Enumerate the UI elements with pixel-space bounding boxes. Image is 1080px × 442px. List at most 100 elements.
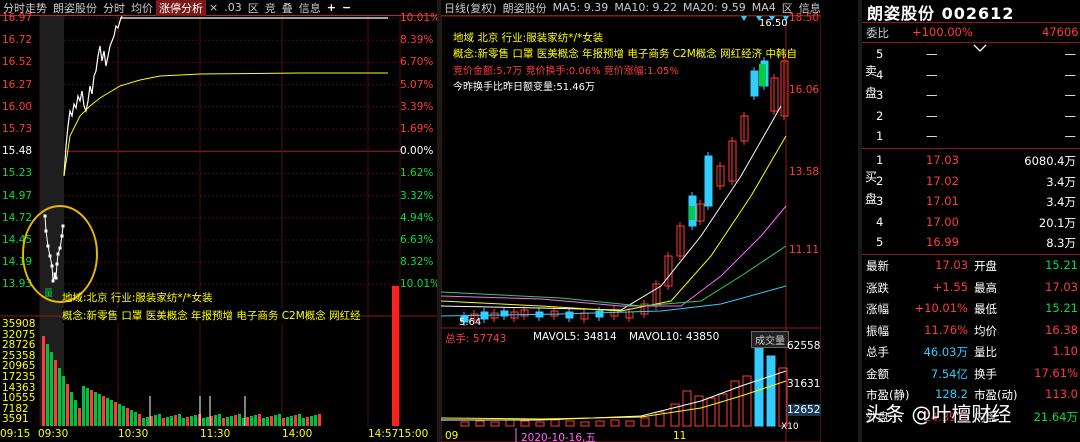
kline-volume-bar [565, 420, 575, 427]
close-icon[interactable]: × [206, 1, 221, 14]
volume-bar [114, 402, 117, 426]
tab-info[interactable]: 信息 [296, 0, 324, 16]
buy-level-row[interactable]: 3 17.01 3.4万 [862, 191, 1080, 211]
kline-volume-bar [550, 419, 560, 427]
tab-limit-up-analysis[interactable]: 涨停分析 [156, 0, 206, 16]
volume-indicator-button[interactable]: 成交量 [751, 331, 789, 348]
tab-auction[interactable]: 竞 [262, 0, 279, 16]
volume-bar [190, 416, 193, 426]
tab-stock-name[interactable]: 朗姿股份 [50, 0, 100, 16]
tab-range[interactable]: 区 [245, 0, 262, 16]
sell-level-row[interactable]: 4— — [862, 65, 1080, 85]
stat-row: 涨幅 +10.01% 最低 15.21 [866, 301, 1078, 316]
volume-bar [158, 414, 161, 426]
volume-bar [78, 408, 81, 426]
buy-level-row[interactable]: 4 17.00 20.1万 [862, 212, 1080, 232]
tab-daily-adjusted[interactable]: 日线(复权) [441, 0, 500, 16]
stat-row: 金额 7.54亿 换手 17.61% [866, 365, 1078, 381]
tab-fenshi[interactable]: 分时 [100, 0, 128, 16]
tab-overlay[interactable]: 叠 [279, 0, 296, 16]
tab-num: .03 [224, 1, 242, 14]
volume-bar [186, 417, 189, 426]
volume-marker: 量 [44, 289, 54, 299]
volume-bar [314, 415, 317, 426]
volume-bar [106, 398, 109, 426]
candle [565, 311, 574, 319]
zoom-out-icon[interactable]: − [339, 1, 354, 14]
kline-toolbar: 日线(复权) 朗姿股份 MA5: 9.39 MA10: 9.22 MA20: 9… [441, 0, 821, 16]
volume-bar [246, 417, 249, 426]
kline-volume-bar [580, 421, 590, 427]
ma10-label: MA10: 9.22 [614, 1, 678, 14]
stat-row: 振幅 11.76% 均价 16.38 [866, 322, 1078, 338]
volume-bar [238, 414, 241, 426]
kline-volume-bar [640, 417, 650, 427]
sell-level-row[interactable]: 5— — [862, 44, 1080, 64]
volume-bar [258, 414, 261, 426]
volume-bar [162, 418, 165, 426]
volume-bar [122, 406, 125, 426]
volume-bar [254, 415, 257, 426]
buy-level-row[interactable]: 1 17.03 6080.4万 [862, 150, 1080, 170]
kline-volume-bar [505, 419, 515, 427]
ma-line [441, 135, 787, 312]
ma4-label: MA4 [751, 1, 776, 14]
avg-price-line [63, 72, 388, 177]
buy-level-row[interactable]: 2 17.02 3.4万 [862, 171, 1080, 191]
volume-bar [214, 415, 217, 426]
mavol10-line [441, 380, 787, 420]
volume-bar [182, 418, 185, 426]
region-industry-text: 地域:北京 行业:服装家纺*/*女装 [62, 292, 213, 304]
tab-avg-price[interactable]: 均价 [128, 0, 156, 16]
event-marker-icon [741, 16, 747, 21]
scroll-down-icon[interactable] [973, 43, 987, 53]
volume-bar [142, 418, 145, 426]
ma-line [441, 245, 787, 307]
volume-bar [58, 368, 61, 426]
intraday-chart-panel[interactable]: 分时走势 朗姿股份 分时 均价 涨停分析 × .03 区 竞 叠 信息 + − … [0, 0, 437, 442]
kline-vol-tick: 62558 [787, 340, 821, 352]
kline-volume-bar [625, 420, 635, 427]
volume-bar [94, 392, 97, 426]
kline-stock-name[interactable]: 朗姿股份 [500, 0, 550, 16]
volume-bar [298, 414, 301, 426]
intraday-plot [0, 16, 437, 426]
volume-bar [274, 415, 277, 426]
sell-level-row[interactable]: 1— — [862, 126, 1080, 146]
kline-volume-bar [754, 347, 764, 427]
kline-volume-bar [682, 390, 692, 427]
volume-bar [230, 416, 233, 426]
volume-bar [46, 344, 49, 426]
volume-bar [118, 404, 121, 426]
intraday-toolbar: 分时走势 朗姿股份 分时 均价 涨停分析 × .03 区 竞 叠 信息 + − [0, 0, 437, 16]
buy-side-label: 买盘 [865, 170, 878, 206]
volume-bar [174, 415, 177, 426]
volume-bar [318, 414, 321, 426]
volume-bar [178, 414, 181, 426]
auction-text: 竞价金额:5,7万 竞价换手:0.06% 竞价涨幅:1.05% [453, 66, 679, 77]
watermark: 头条 @叶檀财经 [865, 402, 1012, 426]
ma20-label: MA20: 9.59 [683, 1, 746, 14]
sell-level-row[interactable]: 2— — [862, 106, 1080, 126]
quote-title: 朗姿股份 002612 [867, 4, 1015, 23]
kline-concept-text: 概念:新零售 口罩 医美概念 年报预增 电子商务 C2M概念 网红经济 中韩自 [453, 48, 797, 60]
stat-row: 总手 46.03万 量比 1.10 [866, 344, 1078, 359]
sell-level-row[interactable]: 3— — [862, 85, 1080, 105]
volume-bar [286, 417, 289, 426]
kline-volume-bar [706, 397, 716, 427]
kline-volume-bar [460, 421, 470, 427]
volume-bar [202, 418, 205, 426]
kline-volume-bar [535, 421, 545, 427]
volume-bar [82, 386, 85, 426]
kline-volume-bar [520, 420, 530, 427]
candle-green [759, 64, 766, 86]
volume-bar [278, 414, 281, 426]
volume-bar [134, 412, 137, 426]
daily-kline-panel[interactable]: 日线(复权) 朗姿股份 MA5: 9.39 MA10: 9.22 MA20: 9… [441, 0, 821, 442]
kline-volume-bar [610, 419, 620, 427]
volume-bar [222, 418, 225, 426]
sell-side-label: 卖盘 [865, 64, 878, 100]
zoom-in-icon[interactable]: + [324, 1, 339, 14]
buy-level-row[interactable]: 5 16.99 8.3万 [862, 232, 1080, 252]
volume-bar [270, 416, 273, 426]
